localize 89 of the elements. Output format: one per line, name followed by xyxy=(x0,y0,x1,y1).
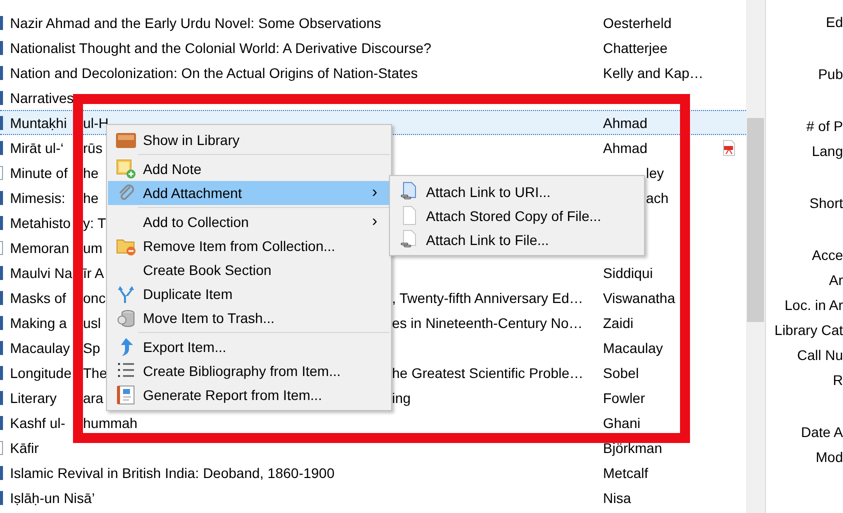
report-icon xyxy=(116,385,136,405)
menu-item[interactable]: Create Book Section xyxy=(108,258,390,282)
author-text: Chatterjee xyxy=(603,40,668,56)
menu-item[interactable]: Add to Collection › xyxy=(108,210,390,234)
title-text: ing xyxy=(392,390,411,406)
trash-icon xyxy=(116,308,136,328)
author-text: ach xyxy=(646,190,669,206)
title-text: he Greatest Scientific Proble… xyxy=(392,364,584,380)
author-text: Ahmad xyxy=(603,140,648,156)
title-text[interactable]: Narratives xyxy=(10,90,74,106)
author-text: Oesterheld xyxy=(603,14,672,30)
menu-item[interactable]: Attach Link to File... xyxy=(391,228,643,252)
title-text: usl xyxy=(83,314,101,330)
title-text: Sp xyxy=(83,340,100,356)
field-label: Loc. in Ar xyxy=(784,296,843,315)
author-text: Macaulay xyxy=(603,340,663,356)
author-text: Sobel xyxy=(603,364,639,380)
menu-item[interactable]: Generate Report from Item... xyxy=(108,383,390,407)
menu-item[interactable]: Remove Item from Collection... xyxy=(108,234,390,258)
menu-item[interactable]: Move Item to Trash... xyxy=(108,306,390,330)
menu-item[interactable]: Create Bibliography from Item... xyxy=(108,359,390,383)
field-label: R xyxy=(832,371,843,390)
field-label: Library Cat xyxy=(774,321,843,340)
title-text: īr A xyxy=(83,264,104,280)
title-text: The xyxy=(83,364,108,380)
linked-page-icon xyxy=(400,182,418,202)
title-text[interactable]: Metahisto xyxy=(10,214,73,230)
field-label: Pub xyxy=(818,65,843,84)
title-text[interactable]: Literary xyxy=(10,390,73,406)
field-label: Mod xyxy=(816,448,843,467)
field-label: Short xyxy=(810,194,843,213)
author-text: Zaidi xyxy=(603,314,634,330)
title-text[interactable]: Minute of xyxy=(10,164,73,180)
title-text[interactable]: Kashf ul- xyxy=(10,414,73,430)
author-text: Kelly and Kap… xyxy=(603,64,704,80)
title-text[interactable]: Nationalist Thought and the Colonial World: A Derivative Discourse? xyxy=(10,40,432,56)
field-label: Acce xyxy=(812,246,843,265)
title-text: onc xyxy=(83,290,106,306)
author-text: Metcalf xyxy=(603,464,648,480)
note-icon xyxy=(116,159,136,179)
author-text: Björkman xyxy=(603,440,662,456)
title-text[interactable]: Nazir Ahmad and the Early Urdu Novel: Some Observations xyxy=(10,14,382,30)
author-text: Viswanatha xyxy=(603,290,676,306)
field-label: Date A xyxy=(800,423,843,442)
title-text[interactable]: Macaulay xyxy=(10,340,73,356)
author-text: Fowler xyxy=(603,390,646,406)
menu-item[interactable]: Add Note xyxy=(108,157,390,181)
menu-item[interactable]: Export Item... xyxy=(108,335,390,359)
menu-item[interactable]: Attach Stored Copy of File... xyxy=(391,204,643,228)
title-text[interactable]: Nation and Decolonization: On the Actual Origins of Nation-States xyxy=(10,64,418,80)
author-text: Siddiqui xyxy=(603,264,653,280)
title-text: he xyxy=(83,190,99,206)
field-label: # of P xyxy=(806,117,843,136)
title-text[interactable]: Masks of xyxy=(10,290,73,306)
title-text[interactable]: Kāfir xyxy=(10,440,39,456)
field-label: Ed xyxy=(826,13,843,32)
title-text: rūs xyxy=(83,140,102,156)
menu-item[interactable]: Add Attachment › xyxy=(108,181,390,205)
menu-item[interactable]: Attach Link to URI... xyxy=(391,180,643,204)
title-text[interactable]: Memoran xyxy=(10,240,73,256)
title-text[interactable]: Islamic Revival in British India: Deoband, 1860-1900 xyxy=(10,464,335,480)
scrollbar-thumb[interactable] xyxy=(747,118,764,322)
fork-arrows-icon xyxy=(116,284,136,304)
title-text: ara xyxy=(83,390,104,406)
title-text: um xyxy=(83,240,102,256)
title-text: , Twenty-fifth Anniversary Ed… xyxy=(392,290,584,306)
title-text: es in Nineteenth-Century No… xyxy=(392,314,583,330)
box-icon xyxy=(114,131,136,149)
scrollbar[interactable] xyxy=(746,0,766,513)
author-text: Nisa xyxy=(603,490,632,506)
title-text[interactable]: Maulvi Na xyxy=(10,264,73,280)
title-text[interactable]: Making a xyxy=(10,314,73,330)
field-label: Ar xyxy=(829,271,843,290)
title-text: he xyxy=(83,164,99,180)
menu-item[interactable]: Duplicate Item xyxy=(108,282,390,306)
author-text: ley xyxy=(646,164,664,180)
title-text[interactable]: Muntaḳhi xyxy=(10,114,73,130)
title-text: y: T xyxy=(83,214,106,230)
title-text[interactable]: Mirāt ul-‘ xyxy=(10,140,73,156)
linked-page-icon xyxy=(400,230,418,250)
title-text[interactable]: Mimesis: xyxy=(10,190,73,206)
author-text: Ahmad xyxy=(603,114,648,130)
field-label: Lang xyxy=(812,142,843,161)
title-text[interactable]: Iṣlāḥ-un Nisā’ xyxy=(10,490,95,506)
title-text: hummah xyxy=(83,414,138,430)
menu-item[interactable]: Show in Library xyxy=(108,128,390,152)
author-text: Ghani xyxy=(603,414,640,430)
field-label: Call Nu xyxy=(797,346,843,365)
title-text[interactable]: Longitude xyxy=(10,364,73,380)
